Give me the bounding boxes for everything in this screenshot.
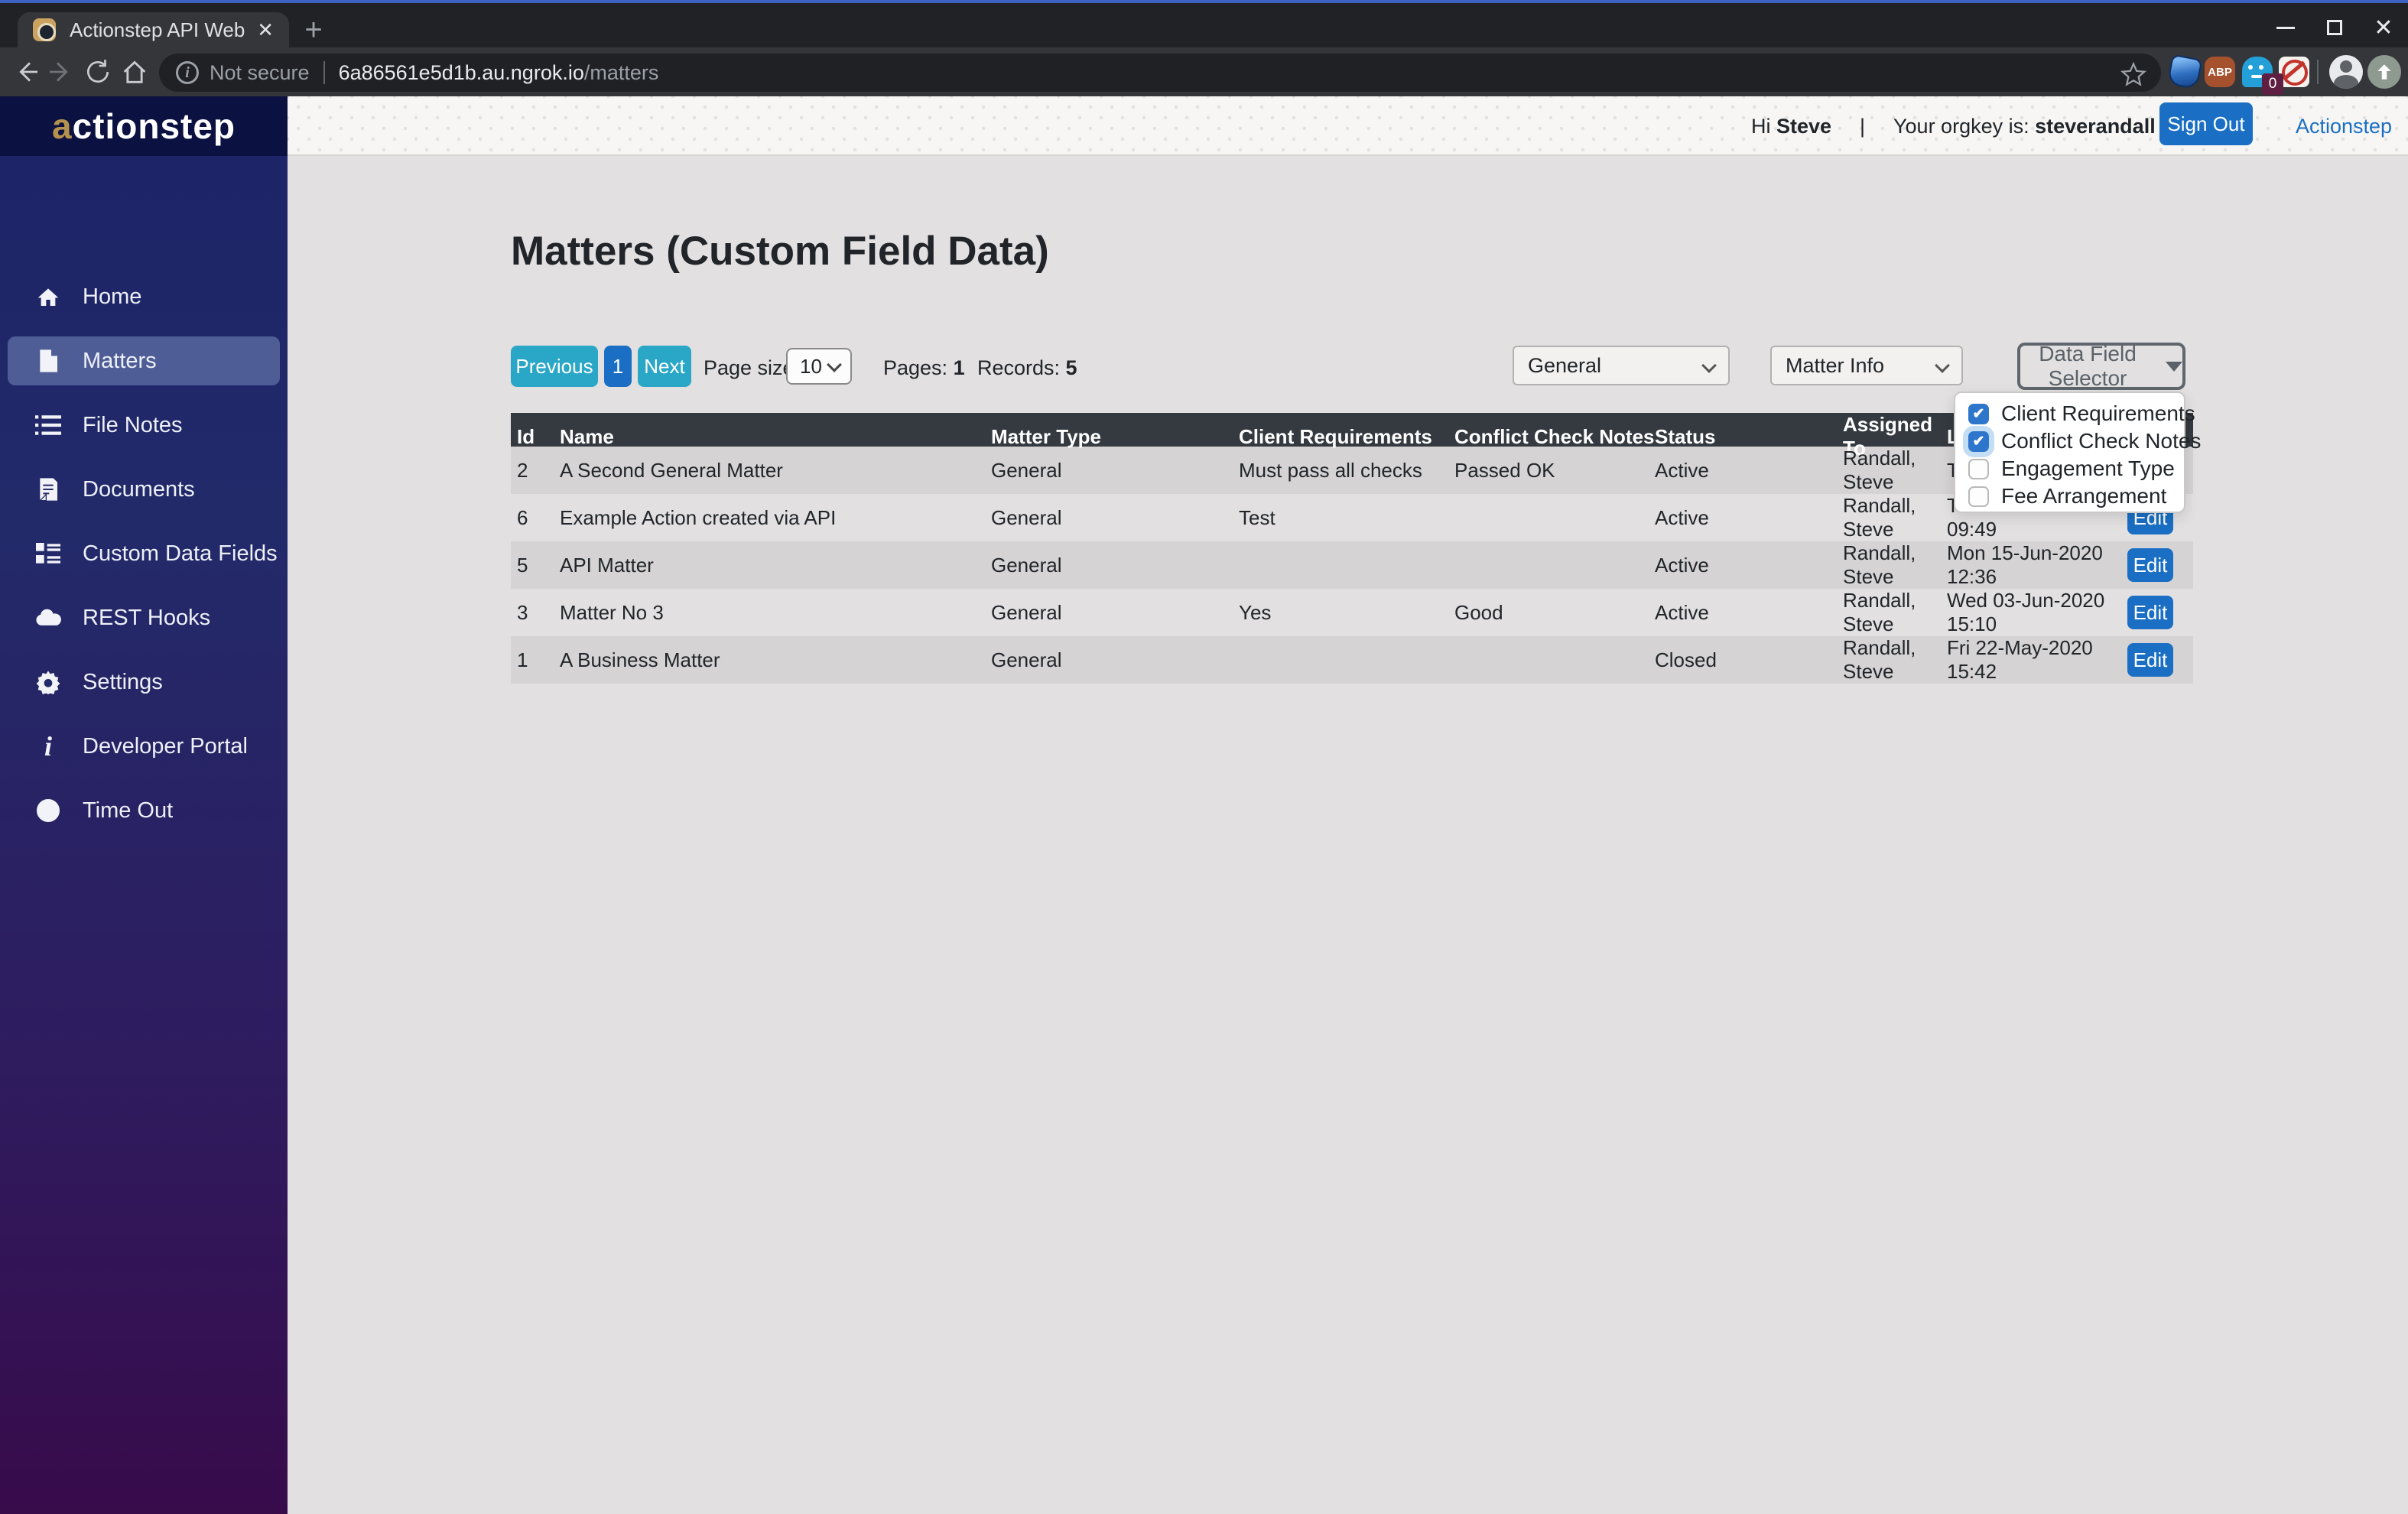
checkbox-unchecked-icon[interactable]: ✔ [1968, 486, 1989, 507]
sidebar-item-matters[interactable]: Matters [8, 336, 280, 385]
back-arrow-icon [19, 62, 37, 82]
matter-type-select[interactable]: General [1513, 346, 1730, 385]
browser-update-button[interactable] [2367, 55, 2401, 89]
back-button[interactable] [9, 55, 43, 89]
chevron-down-icon [1935, 358, 1950, 373]
sidebar-item-time-out[interactable]: Time Out [8, 786, 280, 835]
address-bar[interactable]: i Not secure 6a86561e5d1b.au.ngrok.io/ma… [159, 54, 2161, 92]
list-icon [35, 412, 61, 438]
forward-arrow-icon [50, 62, 68, 82]
pages-count: Pages: 1 [883, 356, 965, 379]
header-divider: | [1860, 115, 1866, 138]
maximize-button[interactable] [2310, 6, 2359, 49]
gear-icon [35, 669, 61, 695]
url-divider [323, 61, 325, 84]
close-tab-icon[interactable]: ✕ [257, 18, 274, 42]
extension-blocker-icon[interactable] [2279, 57, 2309, 87]
chevron-down-icon [1701, 358, 1717, 373]
checkbox-unchecked-icon[interactable]: ✔ [1968, 458, 1989, 479]
browser-toolbar: i Not secure 6a86561e5d1b.au.ngrok.io/ma… [0, 47, 2408, 96]
profile-avatar[interactable] [2329, 55, 2363, 89]
previous-page-button[interactable]: Previous [511, 346, 598, 387]
actionstep-link[interactable]: Actionstep [2296, 115, 2392, 138]
file-icon [35, 348, 61, 374]
sidebar: actionstep Home Matters File Notes Docum… [0, 96, 288, 1514]
reload-button[interactable] [81, 55, 115, 89]
document-icon [35, 476, 61, 502]
bookmark-star-icon [2120, 61, 2146, 86]
data-field-selector-button[interactable]: Data Field Selector [2017, 342, 2185, 390]
matters-table: Id Name Matter Type Client Requirements … [511, 413, 2193, 684]
new-tab-button[interactable]: + [300, 15, 327, 45]
page-size-select[interactable]: 10 [786, 348, 852, 385]
orgkey-text: Your orgkey is: steverandall [1893, 115, 2156, 138]
matter-info-select[interactable]: Matter Info [1770, 346, 1963, 385]
table-row: 6 Example Action created via API General… [511, 494, 2193, 541]
browser-tabstrip: Actionstep API Web Client ✕ + ✕ [0, 3, 2408, 47]
url-path: /matters [583, 60, 659, 84]
reload-icon [87, 60, 109, 83]
grid-icon [35, 541, 61, 567]
close-window-button[interactable]: ✕ [2359, 6, 2408, 49]
target-icon [35, 798, 61, 824]
actionstep-favicon-icon [33, 18, 56, 41]
sidebar-item-rest-hooks[interactable]: REST Hooks [8, 593, 280, 642]
dropdown-option-conflict-check-notes[interactable]: ✔ Conflict Check Notes [1955, 427, 2201, 455]
user-name: Steve [1776, 115, 1832, 138]
sidebar-item-developer-portal[interactable]: i Developer Portal [8, 722, 280, 771]
cloud-icon [35, 605, 61, 631]
greeting-text: Hi Steve [1751, 115, 1832, 138]
logo-block: actionstep [0, 96, 288, 156]
forward-button[interactable] [44, 55, 78, 89]
extension-gem-icon[interactable] [2166, 54, 2203, 90]
caret-down-icon [2166, 361, 2182, 372]
bookmark-button[interactable] [2120, 60, 2147, 92]
maximize-icon [2327, 20, 2342, 35]
app-header: Hi Steve | Your orgkey is: steverandall … [288, 96, 2408, 156]
page-info-icon[interactable]: i [176, 61, 199, 84]
sidebar-item-settings[interactable]: Settings [8, 658, 280, 707]
home-icon [123, 60, 146, 83]
edit-button[interactable]: Edit [2127, 596, 2173, 629]
table-row: 5 API Matter General Active Randall, Ste… [511, 541, 2193, 589]
records-count: Records: 5 [977, 356, 1077, 379]
sidebar-item-documents[interactable]: Documents [8, 465, 280, 514]
sidebar-item-custom-data-fields[interactable]: Custom Data Fields [8, 529, 280, 578]
edit-button[interactable]: Edit [2127, 548, 2173, 582]
home-button[interactable] [118, 55, 151, 89]
chevron-down-icon [827, 357, 842, 372]
table-row: 3 Matter No 3 General Yes Good Active Ra… [511, 589, 2193, 636]
extension-adblock-icon[interactable]: ABP [2205, 57, 2235, 87]
page-number-button[interactable]: 1 [604, 346, 632, 387]
dropdown-option-engagement-type[interactable]: ✔ Engagement Type [1955, 455, 2184, 482]
update-arrow-icon [2377, 64, 2391, 80]
table-row: 2 A Second General Matter General Must p… [511, 447, 2193, 494]
url-host: 6a86561e5d1b.au.ngrok.io [338, 60, 584, 84]
checkbox-checked-icon[interactable]: ✔ [1968, 430, 1989, 452]
tab-title: Actionstep API Web Client [70, 18, 249, 41]
home-icon [35, 284, 61, 310]
toolbar-divider [2317, 60, 2319, 84]
security-label: Not secure [210, 60, 310, 84]
table-header-row: Id Name Matter Type Client Requirements … [511, 413, 2193, 460]
minimize-button[interactable] [2261, 6, 2310, 49]
page-title: Matters (Custom Field Data) [511, 229, 1049, 274]
next-page-button[interactable]: Next [638, 346, 691, 387]
actionstep-logo: actionstep [51, 106, 236, 146]
checkbox-checked-icon[interactable]: ✔ [1968, 403, 1989, 424]
table-row: 1 A Business Matter General Closed Randa… [511, 636, 2193, 684]
orgkey-value: steverandall [2035, 115, 2156, 138]
edit-button[interactable]: Edit [2127, 643, 2173, 677]
dropdown-option-fee-arrangement[interactable]: ✔ Fee Arrangement [1955, 482, 2184, 510]
browser-tab[interactable]: Actionstep API Web Client ✕ [18, 12, 289, 47]
info-italic-icon: i [44, 731, 52, 762]
extension-badge: 0 [2262, 73, 2283, 95]
sidebar-item-home[interactable]: Home [8, 272, 280, 321]
dropdown-option-client-requirements[interactable]: ✔ Client Requirements [1955, 400, 2195, 427]
sign-out-button[interactable]: Sign Out [2159, 102, 2253, 145]
sidebar-item-file-notes[interactable]: File Notes [8, 401, 280, 450]
minimize-icon [2276, 26, 2295, 29]
data-field-selector-dropdown: ✔ Client Requirements ✔ Conflict Check N… [1954, 391, 2201, 513]
